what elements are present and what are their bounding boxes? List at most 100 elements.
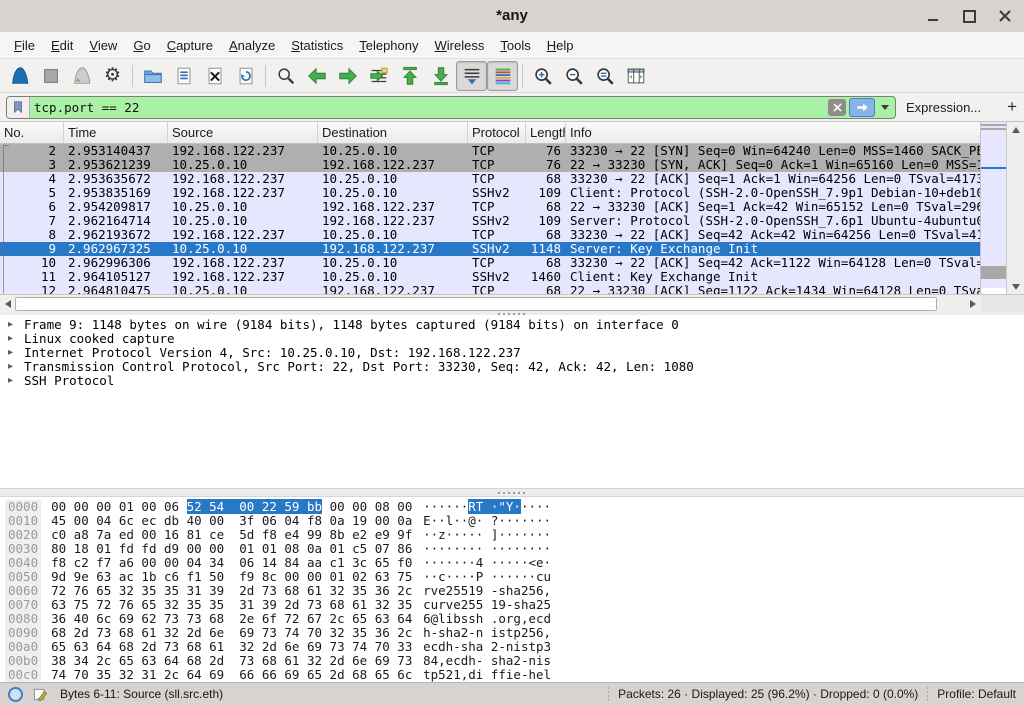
horizontal-scroll-thumb[interactable]: [15, 297, 937, 311]
colorize-button[interactable]: [487, 61, 518, 91]
column-header-protocol[interactable]: Protocol: [468, 122, 526, 143]
detail-line[interactable]: ▸Transmission Control Protocol, Src Port…: [0, 360, 1024, 374]
ascii-bytes[interactable]: ········ ········: [423, 542, 551, 556]
menu-statistics[interactable]: Statistics: [283, 32, 351, 59]
filter-bookmark-button[interactable]: [7, 97, 30, 118]
menu-view[interactable]: View: [81, 32, 125, 59]
find-packet-button[interactable]: [270, 61, 301, 91]
detail-line[interactable]: ▸Frame 9: 1148 bytes on wire (9184 bits)…: [0, 318, 1024, 332]
packet-row-3[interactable]: 32.95362123910.25.0.10192.168.122.237TCP…: [0, 158, 981, 172]
expand-arrow-icon[interactable]: ▸: [0, 360, 24, 374]
expand-arrow-icon[interactable]: ▸: [0, 318, 24, 332]
hex-bytes[interactable]: 68 2d 73 68 61 32 2d 6e 69 73 74 70 32 3…: [51, 626, 419, 640]
zoom-in-button[interactable]: [527, 61, 558, 91]
column-header-no[interactable]: No.: [0, 122, 64, 143]
packet-row-11[interactable]: 112.964105127192.168.122.23710.25.0.10SS…: [0, 270, 981, 284]
scroll-up-button[interactable]: [1007, 123, 1024, 137]
hex-bytes[interactable]: 38 34 2c 65 63 64 68 2d 73 68 61 32 2d 6…: [51, 654, 419, 668]
save-file-button[interactable]: [168, 61, 199, 91]
packet-list-vertical-scrollbar[interactable]: [1006, 122, 1024, 295]
hex-bytes[interactable]: 9d 9e 63 ac 1b c6 f1 50 f9 8c 00 00 01 0…: [51, 570, 419, 584]
reload-file-button[interactable]: [230, 61, 261, 91]
close-file-button[interactable]: [199, 61, 230, 91]
hex-bytes[interactable]: 74 70 35 32 31 2c 64 69 66 66 69 65 2d 6…: [51, 668, 419, 682]
expand-arrow-icon[interactable]: ▸: [0, 332, 24, 346]
ascii-bytes[interactable]: h-sha2-n istp256,: [423, 626, 551, 640]
hex-bytes[interactable]: c0 a8 7a ed 00 16 81 ce 5d f8 e4 99 8b e…: [51, 528, 419, 542]
start-capture-button[interactable]: [4, 61, 35, 91]
hex-bytes[interactable]: 80 18 01 fd fd d9 00 00 01 01 08 0a 01 c…: [51, 542, 419, 556]
capture-comment-icon[interactable]: [33, 687, 48, 702]
hex-row-0060[interactable]: 006072 76 65 32 35 35 31 39 2d 73 68 61 …: [0, 584, 1024, 598]
minimize-button[interactable]: [922, 5, 944, 27]
ascii-bytes[interactable]: ··c····P ······cu: [423, 570, 551, 584]
menu-tools[interactable]: Tools: [492, 32, 538, 59]
expert-info-icon[interactable]: [8, 687, 23, 702]
hex-bytes[interactable]: 72 76 65 32 35 35 31 39 2d 73 68 61 32 3…: [51, 584, 419, 598]
menu-telephony[interactable]: Telephony: [351, 32, 426, 59]
menu-capture[interactable]: Capture: [159, 32, 221, 59]
maximize-button[interactable]: [958, 5, 980, 27]
column-header-destination[interactable]: Destination: [318, 122, 468, 143]
detail-line[interactable]: ▸Internet Protocol Version 4, Src: 10.25…: [0, 346, 1024, 360]
filter-apply-button[interactable]: [849, 98, 875, 117]
menu-analyze[interactable]: Analyze: [221, 32, 283, 59]
filter-history-dropdown[interactable]: [881, 105, 889, 110]
profile-text[interactable]: Profile: Default: [937, 687, 1016, 701]
column-header-source[interactable]: Source: [168, 122, 318, 143]
expression-button[interactable]: Expression...: [906, 100, 981, 115]
detail-line[interactable]: ▸SSH Protocol: [0, 374, 1024, 388]
packet-row-9[interactable]: 92.96296732510.25.0.10192.168.122.237SSH…: [0, 242, 981, 256]
scroll-left-button[interactable]: [1, 296, 14, 311]
go-to-packet-button[interactable]: [363, 61, 394, 91]
filter-clear-button[interactable]: [828, 99, 846, 116]
menu-go[interactable]: Go: [125, 32, 158, 59]
zoom-out-button[interactable]: [558, 61, 589, 91]
ascii-bytes[interactable]: ecdh-sha 2-nistp3: [423, 640, 551, 654]
packet-row-7[interactable]: 72.96216471410.25.0.10192.168.122.237SSH…: [0, 214, 981, 228]
hex-bytes[interactable]: 65 63 64 68 2d 73 68 61 32 2d 6e 69 73 7…: [51, 640, 419, 654]
ascii-bytes[interactable]: rve25519 -sha256,: [423, 584, 551, 598]
ascii-bytes[interactable]: ··z····· ]·······: [423, 528, 551, 542]
hex-row-00c0[interactable]: 00c074 70 35 32 31 2c 64 69 66 66 69 65 …: [0, 668, 1024, 682]
hex-bytes[interactable]: 36 40 6c 69 62 73 73 68 2e 6f 72 67 2c 6…: [51, 612, 419, 626]
go-back-button[interactable]: [301, 61, 332, 91]
packet-row-8[interactable]: 82.962193672192.168.122.23710.25.0.10TCP…: [0, 228, 981, 242]
go-first-packet-button[interactable]: [394, 61, 425, 91]
detail-line[interactable]: ▸Linux cooked capture: [0, 332, 1024, 346]
packet-row-6[interactable]: 62.95420981710.25.0.10192.168.122.237TCP…: [0, 200, 981, 214]
zoom-original-button[interactable]: [589, 61, 620, 91]
ascii-bytes[interactable]: ······RT ·"Y·····: [423, 500, 551, 514]
menu-help[interactable]: Help: [539, 32, 582, 59]
intelligent-scrollbar-minimap[interactable]: [980, 122, 1007, 295]
open-file-button[interactable]: [137, 61, 168, 91]
ascii-bytes[interactable]: tp521,di ffie-hel: [423, 668, 551, 682]
scroll-right-button[interactable]: [966, 296, 979, 311]
hex-row-0050[interactable]: 00509d 9e 63 ac 1b c6 f1 50 f9 8c 00 00 …: [0, 570, 1024, 584]
packet-row-2[interactable]: 22.953140437192.168.122.23710.25.0.10TCP…: [0, 144, 981, 158]
hex-bytes[interactable]: 45 00 04 6c ec db 40 00 3f 06 04 f8 0a 1…: [51, 514, 419, 528]
resize-columns-button[interactable]: [620, 61, 651, 91]
hex-bytes[interactable]: 63 75 72 76 65 32 35 35 31 39 2d 73 68 6…: [51, 598, 419, 612]
go-last-packet-button[interactable]: [425, 61, 456, 91]
hex-row-00b0[interactable]: 00b038 34 2c 65 63 64 68 2d 73 68 61 32 …: [0, 654, 1024, 668]
packet-row-5[interactable]: 52.953835169192.168.122.23710.25.0.10SSH…: [0, 186, 981, 200]
column-header-length[interactable]: Length: [526, 122, 566, 143]
hex-bytes[interactable]: 00 00 00 01 00 06 52 54 00 22 59 bb 00 0…: [51, 500, 419, 514]
menu-edit[interactable]: Edit: [43, 32, 81, 59]
packet-row-4[interactable]: 42.953635672192.168.122.23710.25.0.10TCP…: [0, 172, 981, 186]
close-button[interactable]: [994, 5, 1016, 27]
packet-row-10[interactable]: 102.962996306192.168.122.23710.25.0.10TC…: [0, 256, 981, 270]
scroll-down-button[interactable]: [1007, 280, 1024, 294]
capture-options-button[interactable]: ⚙: [97, 61, 128, 91]
pane-splitter-bottom[interactable]: [0, 488, 1024, 497]
column-header-info[interactable]: Info: [566, 122, 981, 143]
go-forward-button[interactable]: [332, 61, 363, 91]
filter-input[interactable]: [30, 100, 828, 115]
hex-row-0080[interactable]: 008036 40 6c 69 62 73 73 68 2e 6f 72 67 …: [0, 612, 1024, 626]
hex-row-0000[interactable]: 000000 00 00 01 00 06 52 54 00 22 59 bb …: [0, 500, 1024, 514]
packet-list-horizontal-scrollbar[interactable]: [0, 294, 1024, 312]
hex-row-0040[interactable]: 0040f8 c2 f7 a6 00 00 04 34 06 14 84 aa …: [0, 556, 1024, 570]
hex-row-0090[interactable]: 009068 2d 73 68 61 32 2d 6e 69 73 74 70 …: [0, 626, 1024, 640]
hex-row-0030[interactable]: 003080 18 01 fd fd d9 00 00 01 01 08 0a …: [0, 542, 1024, 556]
